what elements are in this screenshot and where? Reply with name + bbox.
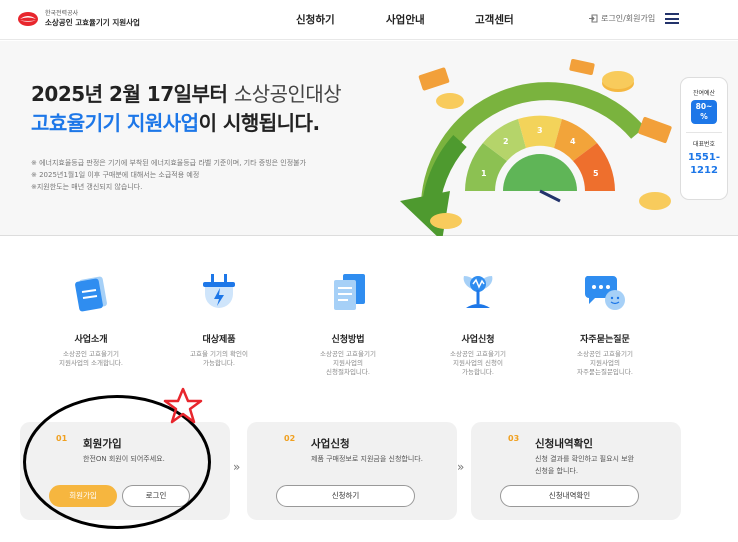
apply-button[interactable]: 신청하기 <box>276 485 415 507</box>
budget-unit: % <box>700 112 708 121</box>
step-title: 회원가입 <box>83 438 122 450</box>
menu-title: 자주묻는질문 <box>580 335 630 345</box>
menu-title: 사업소개 <box>74 335 108 345</box>
gauge-label: 2 <box>503 137 509 146</box>
step-signup-card: 01 회원가입 한전ON 회원이 되어주세요. 회원가입 로그인 <box>20 422 230 520</box>
step-check-status-card: 03 신청내역확인 신청 결과를 확인하고 필요시 보완 신청을 합니다. 신청내… <box>471 422 681 520</box>
login-button[interactable]: 로그인 <box>122 485 190 507</box>
login-icon <box>589 14 598 23</box>
kepco-logo-icon <box>17 10 39 28</box>
menu-how-to-apply[interactable]: 신청방법 소상공인 고효율기기 지원사업의 신청절차입니다. <box>288 268 408 377</box>
nav-program-info[interactable]: 사업안내 <box>386 12 425 27</box>
step-apply-card: 02 사업신청 제품 구매정보로 지원금을 신청합니다. 신청하기 <box>247 422 457 520</box>
remaining-budget-label: 잔여예산 <box>692 90 716 97</box>
budget-value: 80~ <box>695 102 713 111</box>
files-icon <box>334 274 365 310</box>
hero-note: ※ 에너지효율등급 판정은 기기에 부착된 에너지효율등급 라벨 기준이며, 기… <box>31 159 307 167</box>
signup-button[interactable]: 회원가입 <box>49 485 117 507</box>
step-desc: 신청 결과를 확인하고 필요시 보완 신청을 합니다. <box>535 455 635 475</box>
step-number: 03 <box>508 434 520 443</box>
annotation-star-icon <box>163 387 203 424</box>
gauge-label: 4 <box>570 137 576 146</box>
logo-org-name: 한국전력공사 <box>45 10 79 18</box>
gauge-label: 3 <box>537 126 543 135</box>
menu-desc: 소상공인 고효율기기 지원사업의 신청절차입니다. <box>320 350 376 376</box>
nav-customer-center[interactable]: 고객센터 <box>475 12 514 27</box>
menu-apply-program[interactable]: 사업신청 소상공인 고효율기기 지원사업의 신청이 가능합니다. <box>418 268 538 377</box>
chat-icon <box>584 276 625 310</box>
menu-desc: 고효율 기기의 확인이 가능합니다. <box>190 350 248 367</box>
login-signup-link[interactable]: 로그인/회원가입 <box>589 13 655 24</box>
chevron-double-right-icon: » <box>457 460 465 474</box>
top-header: 한국전력공사 소상공인 고효율기기 지원사업 신청하기 사업안내 고객센터 로그… <box>0 0 738 40</box>
step-number: 01 <box>56 434 68 443</box>
step-desc: 한전ON 회원이 되어주세요. <box>83 455 165 463</box>
menu-title: 신청방법 <box>331 335 365 345</box>
hero-banner: 2025년 2월 17일부터 소상공인대상 고효율기기 지원사업이 시행됩니다.… <box>0 41 738 236</box>
menu-target-products[interactable]: 대상제품 고효율 기기의 확인이 가능합니다. <box>159 268 279 368</box>
hero-notes: ※ 에너지효율등급 판정은 기기에 부착된 에너지효율등급 라벨 기준이며, 기… <box>31 157 306 193</box>
hero-headline-line2: 고효율기기 지원사업이 시행됩니다. <box>31 111 320 135</box>
kepco-logo[interactable]: 한국전력공사 소상공인 고효율기기 지원사업 <box>17 10 140 28</box>
nav-apply[interactable]: 신청하기 <box>296 12 335 27</box>
hero-headline-line1: 2025년 2월 17일부터 소상공인대상 <box>31 82 342 106</box>
plug-icon <box>203 274 235 308</box>
menu-title: 대상제품 <box>202 335 236 345</box>
menu-desc: 소상공인 고효율기기 지원사업의 자주묻는질문입니다. <box>577 350 633 376</box>
menu-desc: 소상공인 고효율기기 지원사업의 신청이 가능합니다. <box>450 350 506 376</box>
step-desc: 제품 구매정보로 지원금을 신청합니다. <box>311 455 423 463</box>
step-number: 02 <box>284 434 296 443</box>
hero-note: ※ 2025년1월1일 이후 구매분에 대해서는 소급적용 예정 <box>31 171 200 179</box>
gauge-label: 1 <box>481 169 487 178</box>
plant-icon <box>463 276 493 308</box>
phone-label: 대표번호 <box>692 141 716 148</box>
logo-program-name: 소상공인 고효율기기 지원사업 <box>45 18 140 28</box>
menu-desc: 소상공인 고효율기기 지원사업의 소개합니다. <box>59 350 123 367</box>
phone-number[interactable]: 1551- 1212 <box>681 151 727 177</box>
document-icon <box>75 276 107 312</box>
hamburger-menu-icon[interactable] <box>665 13 679 24</box>
check-application-button[interactable]: 신청내역확인 <box>500 485 639 507</box>
menu-title: 사업신청 <box>461 335 495 345</box>
side-quick-info: 잔여예산 80~ % 대표번호 1551- 1212 <box>680 77 728 200</box>
menu-faq[interactable]: 자주묻는질문 소상공인 고효율기기 지원사업의 자주묻는질문입니다. <box>545 268 665 377</box>
menu-program-intro[interactable]: 사업소개 소상공인 고효율기기 지원사업의 소개합니다. <box>31 268 151 368</box>
efficiency-gauge-illustration: 1 2 3 4 5 <box>400 59 672 236</box>
chevron-double-right-icon: » <box>233 460 241 474</box>
remaining-budget-badge: 80~ % <box>691 100 717 124</box>
gauge-label: 5 <box>593 169 599 178</box>
hero-note: ※지원한도는 매년 갱신되지 않습니다. <box>31 183 143 191</box>
step-title: 신청내역확인 <box>535 438 593 450</box>
login-signup-label: 로그인/회원가입 <box>601 14 656 23</box>
step-title: 사업신청 <box>311 438 350 450</box>
